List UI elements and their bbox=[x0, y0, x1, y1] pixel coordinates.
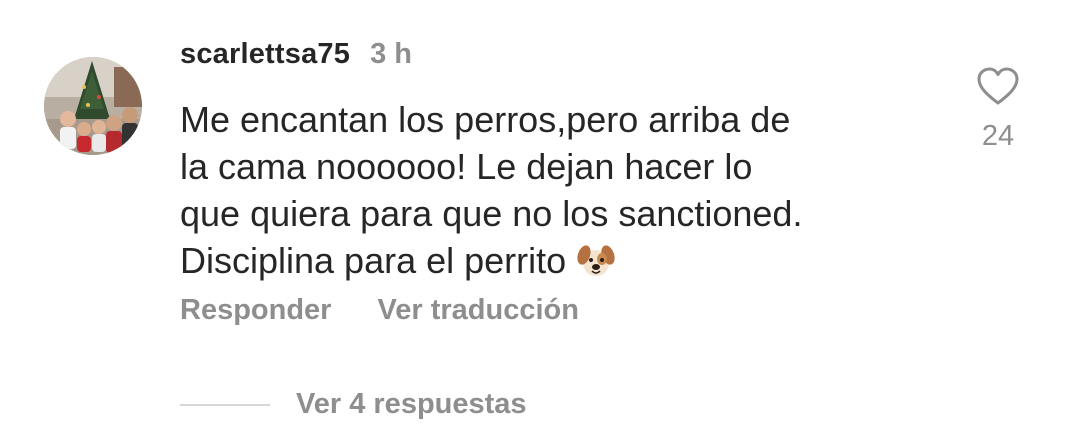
comment-actions: Responder Ver traducción bbox=[180, 294, 579, 327]
avatar[interactable] bbox=[44, 57, 142, 155]
comment-text: Me encantan los perros,pero arriba de la… bbox=[180, 99, 803, 281]
view-replies-button[interactable]: Ver 4 respuestas bbox=[180, 388, 527, 421]
comment-header: scarlettsa75 3 h bbox=[180, 38, 412, 78]
comment-body: Me encantan los perros,pero arriba de la… bbox=[180, 96, 900, 284]
timestamp: 3 h bbox=[370, 38, 412, 70]
username[interactable]: scarlettsa75 bbox=[180, 38, 350, 71]
heart-outline-icon[interactable] bbox=[976, 66, 1020, 106]
avatar-photo bbox=[44, 57, 142, 155]
view-replies-label: Ver 4 respuestas bbox=[296, 388, 527, 420]
dog-face-icon bbox=[576, 239, 616, 279]
like-section: 24 bbox=[968, 66, 1028, 153]
replies-divider bbox=[180, 403, 270, 406]
reply-button[interactable]: Responder bbox=[180, 294, 331, 327]
like-count: 24 bbox=[981, 120, 1015, 152]
see-translation-button[interactable]: Ver traducción bbox=[377, 294, 578, 327]
